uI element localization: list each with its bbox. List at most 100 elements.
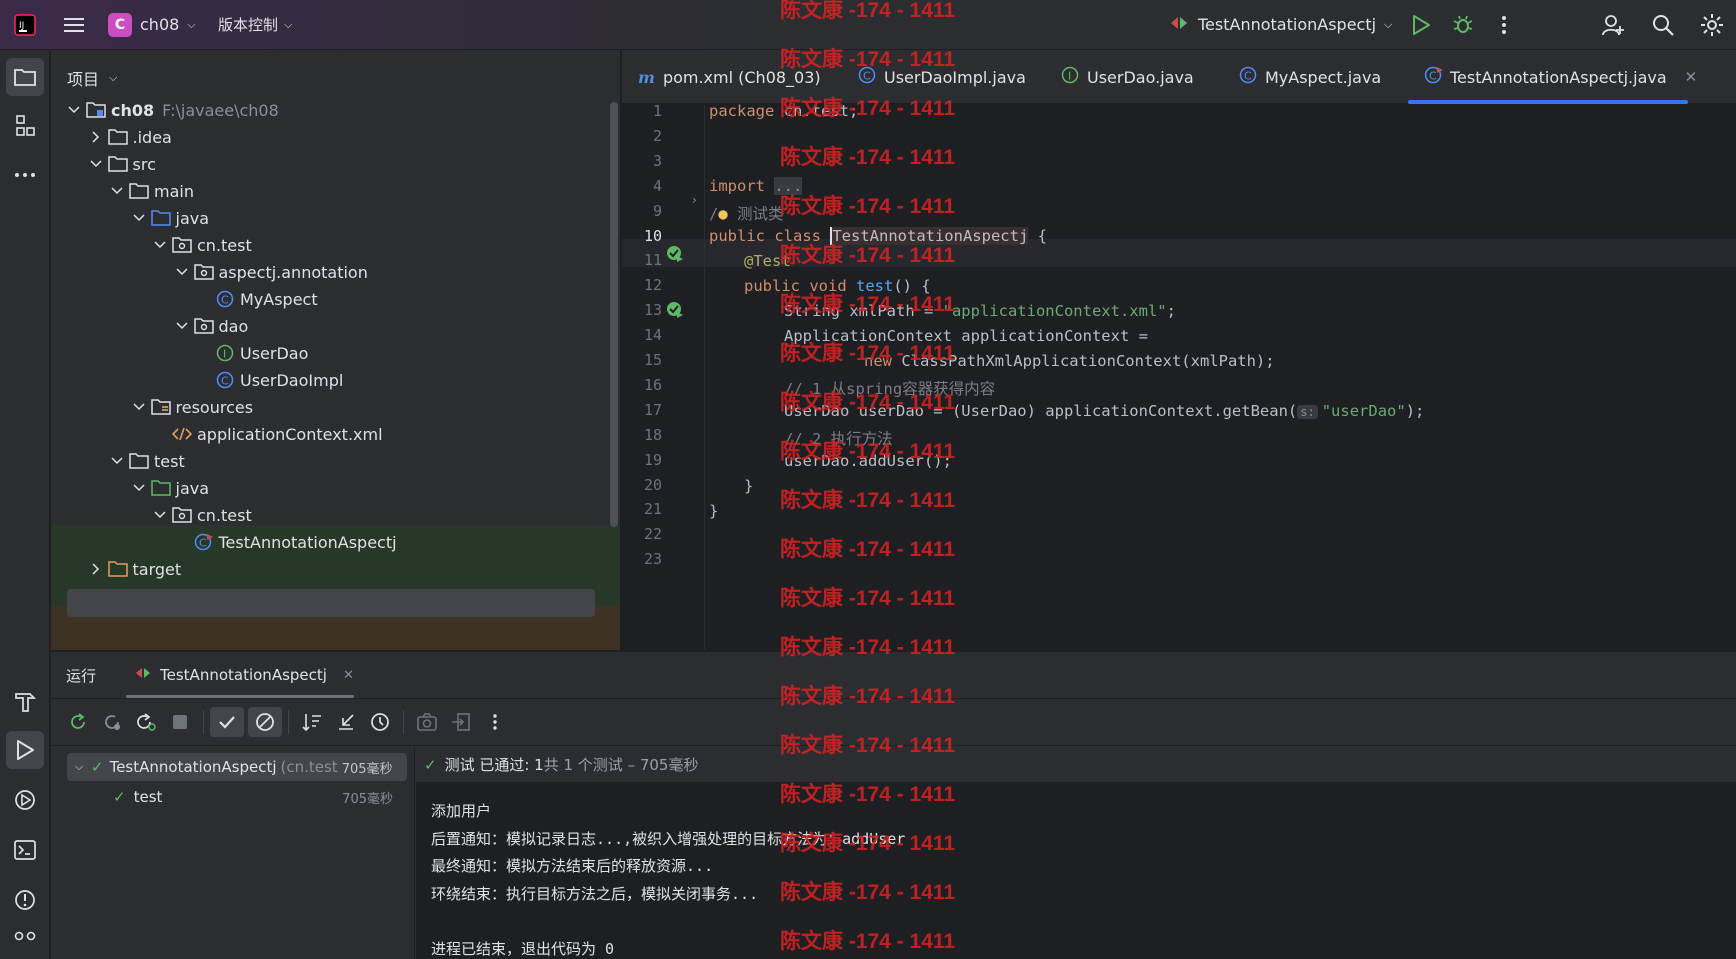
run-config-selector[interactable]: TestAnnotationAspectj ⌵ <box>1168 7 1392 43</box>
pass-check-icon: ✓ <box>113 788 126 806</box>
chevron-down-icon[interactable] <box>149 511 171 519</box>
project-panel-title[interactable]: 项目 <box>67 66 99 90</box>
chevron-down-icon[interactable] <box>63 106 85 114</box>
scrollbar-thumb[interactable] <box>610 102 618 527</box>
tree-row-test[interactable]: test <box>51 446 620 476</box>
tab-userdaoimpl[interactable]: C UserDaoImpl.java <box>858 50 1026 104</box>
line-number: 1 <box>652 102 662 120</box>
chevron-down-icon[interactable] <box>128 403 150 411</box>
test-class-icon: C <box>1424 66 1444 88</box>
stop-icon[interactable] <box>163 707 197 737</box>
tree-row-cn-test[interactable]: cn.test <box>51 230 620 260</box>
tab-myaspect[interactable]: C MyAspect.java <box>1239 50 1381 104</box>
tree-row-testannotationaspectj[interactable]: C TestAnnotationAspectj <box>51 527 620 557</box>
svg-text:C: C <box>1429 70 1437 83</box>
camera-icon[interactable] <box>410 707 444 737</box>
line-number: 4 <box>652 176 662 195</box>
tree-row-applicationcontext-xml[interactable]: applicationContext.xml <box>51 419 620 449</box>
chevron-down-icon[interactable] <box>149 241 171 249</box>
test-status-detail: 共 1 个测试 – 705毫秒 <box>543 756 699 774</box>
close-icon[interactable]: ✕ <box>1685 68 1698 86</box>
run-tool-icon[interactable] <box>6 731 44 769</box>
test-case-row[interactable]: ✓ test 705毫秒 <box>67 783 407 811</box>
class-icon: C <box>1239 66 1257 88</box>
project-switcher[interactable]: C ch08 ⌵ <box>108 7 196 43</box>
chevron-down-icon[interactable] <box>106 187 128 195</box>
rerun-icon[interactable] <box>61 707 95 737</box>
debug-icon[interactable] <box>1448 7 1478 43</box>
project-tool-icon[interactable] <box>6 58 44 96</box>
pass-check-icon: ✓ <box>424 755 437 774</box>
tree-row-java[interactable]: java <box>51 473 620 503</box>
run-icon[interactable] <box>1406 7 1436 43</box>
chevron-right-icon[interactable] <box>85 563 107 575</box>
git-icon[interactable] <box>6 926 44 952</box>
tree-row-target[interactable]: target <box>51 554 620 584</box>
test-suite-row[interactable]: ⌵ ✓ TestAnnotationAspectj (cn.test 705毫秒 <box>67 753 407 781</box>
selection-highlight <box>67 589 595 617</box>
tree-row-myaspect[interactable]: C MyAspect <box>51 284 620 314</box>
main-menu-icon[interactable] <box>60 7 88 43</box>
more-tools-icon[interactable] <box>6 156 44 194</box>
tree-row-idea[interactable]: .idea <box>51 122 620 152</box>
collapse-all-icon[interactable] <box>329 707 363 737</box>
tree-row-userdao[interactable]: I UserDao <box>51 338 620 368</box>
run-tab[interactable]: TestAnnotationAspectj ✕ <box>126 652 362 698</box>
problems-icon[interactable] <box>6 881 44 919</box>
tab-testannotationaspectj[interactable]: C TestAnnotationAspectj.java ✕ <box>1408 50 1697 104</box>
tree-row-ch08[interactable]: ch08 F:\javaee\ch08 <box>51 95 620 125</box>
test-results-tree[interactable]: ⌵ ✓ TestAnnotationAspectj (cn.test 705毫秒… <box>51 747 415 959</box>
show-passed-icon[interactable] <box>210 707 244 737</box>
search-icon[interactable] <box>1648 7 1678 43</box>
console-output[interactable]: ✓ 测试 已通过: 1 共 1 个测试 – 705毫秒 添加用户 后置通知：模拟记… <box>416 747 1736 959</box>
code-editor[interactable]: 1 2 3 4 9 10 11 12 13 14 15 16 17 18 19 20 21 22 23 › pack… <box>622 102 1736 650</box>
chevron-down-icon[interactable] <box>128 214 150 222</box>
bulb-icon[interactable]: ● <box>718 205 727 223</box>
tree-row-resources[interactable]: resources <box>51 392 620 422</box>
add-user-icon[interactable] <box>1598 7 1628 43</box>
settings-gear-icon[interactable] <box>1696 7 1728 43</box>
more-actions-icon[interactable] <box>478 707 512 737</box>
chevron-down-icon[interactable] <box>128 484 150 492</box>
test-status-bar: ✓ 测试 已通过: 1 共 1 个测试 – 705毫秒 <box>416 747 1736 783</box>
chevron-down-icon[interactable]: ⌵ <box>67 760 91 774</box>
rerun-failed-icon[interactable] <box>95 707 129 737</box>
show-ignored-icon[interactable] <box>248 707 282 737</box>
line-number: 23 <box>643 550 662 569</box>
import-tests-icon[interactable] <box>444 707 478 737</box>
build-hammer-icon[interactable] <box>6 682 44 720</box>
run-test-gutter-icon[interactable] <box>666 301 684 323</box>
chevron-down-icon[interactable] <box>85 160 107 168</box>
tree-row-dao[interactable]: dao <box>51 311 620 341</box>
code-line-16: // 1 从spring容器获得内容 <box>784 380 996 398</box>
vcs-menu[interactable]: 版本控制 ⌵ <box>218 7 292 43</box>
chevron-down-icon[interactable] <box>171 268 193 276</box>
tree-row-src[interactable]: src <box>51 149 620 179</box>
close-icon[interactable]: ✕ <box>343 668 354 683</box>
chevron-down-icon[interactable] <box>171 322 193 330</box>
chevron-right-icon[interactable] <box>85 131 107 143</box>
toggle-auto-test-icon[interactable] <box>129 707 163 737</box>
chevron-down-icon: ⌵ <box>187 17 196 31</box>
tab-pom-xml[interactable]: m pom.xml (Ch08_03) <box>638 50 821 104</box>
terminal-icon[interactable] <box>6 831 44 869</box>
sort-icon[interactable] <box>295 707 329 737</box>
services-icon[interactable] <box>6 781 44 819</box>
tree-item-label: test <box>154 451 185 471</box>
tree-row-main[interactable]: main <box>51 176 620 206</box>
structure-tool-icon[interactable] <box>6 107 44 145</box>
run-test-gutter-icon[interactable] <box>666 245 684 267</box>
tab-userdao[interactable]: I UserDao.java <box>1061 50 1194 104</box>
tree-row-aspectj-annotation[interactable]: aspectj.annotation <box>51 257 620 287</box>
more-actions-icon[interactable] <box>1492 7 1516 43</box>
project-name: ch08 <box>140 15 180 34</box>
tree-row-cn-test[interactable]: cn.test <box>51 500 620 530</box>
line-number: 17 <box>643 400 662 419</box>
test-history-icon[interactable] <box>363 707 397 737</box>
fold-arrow-icon[interactable]: › <box>692 193 697 207</box>
folded-imports[interactable]: ... <box>774 177 803 195</box>
tree-row-userdaoimpl[interactable]: C UserDaoImpl <box>51 365 620 395</box>
chevron-down-icon[interactable]: ⌵ <box>109 71 117 85</box>
chevron-down-icon[interactable] <box>106 457 128 465</box>
tree-row-java[interactable]: java <box>51 203 620 233</box>
